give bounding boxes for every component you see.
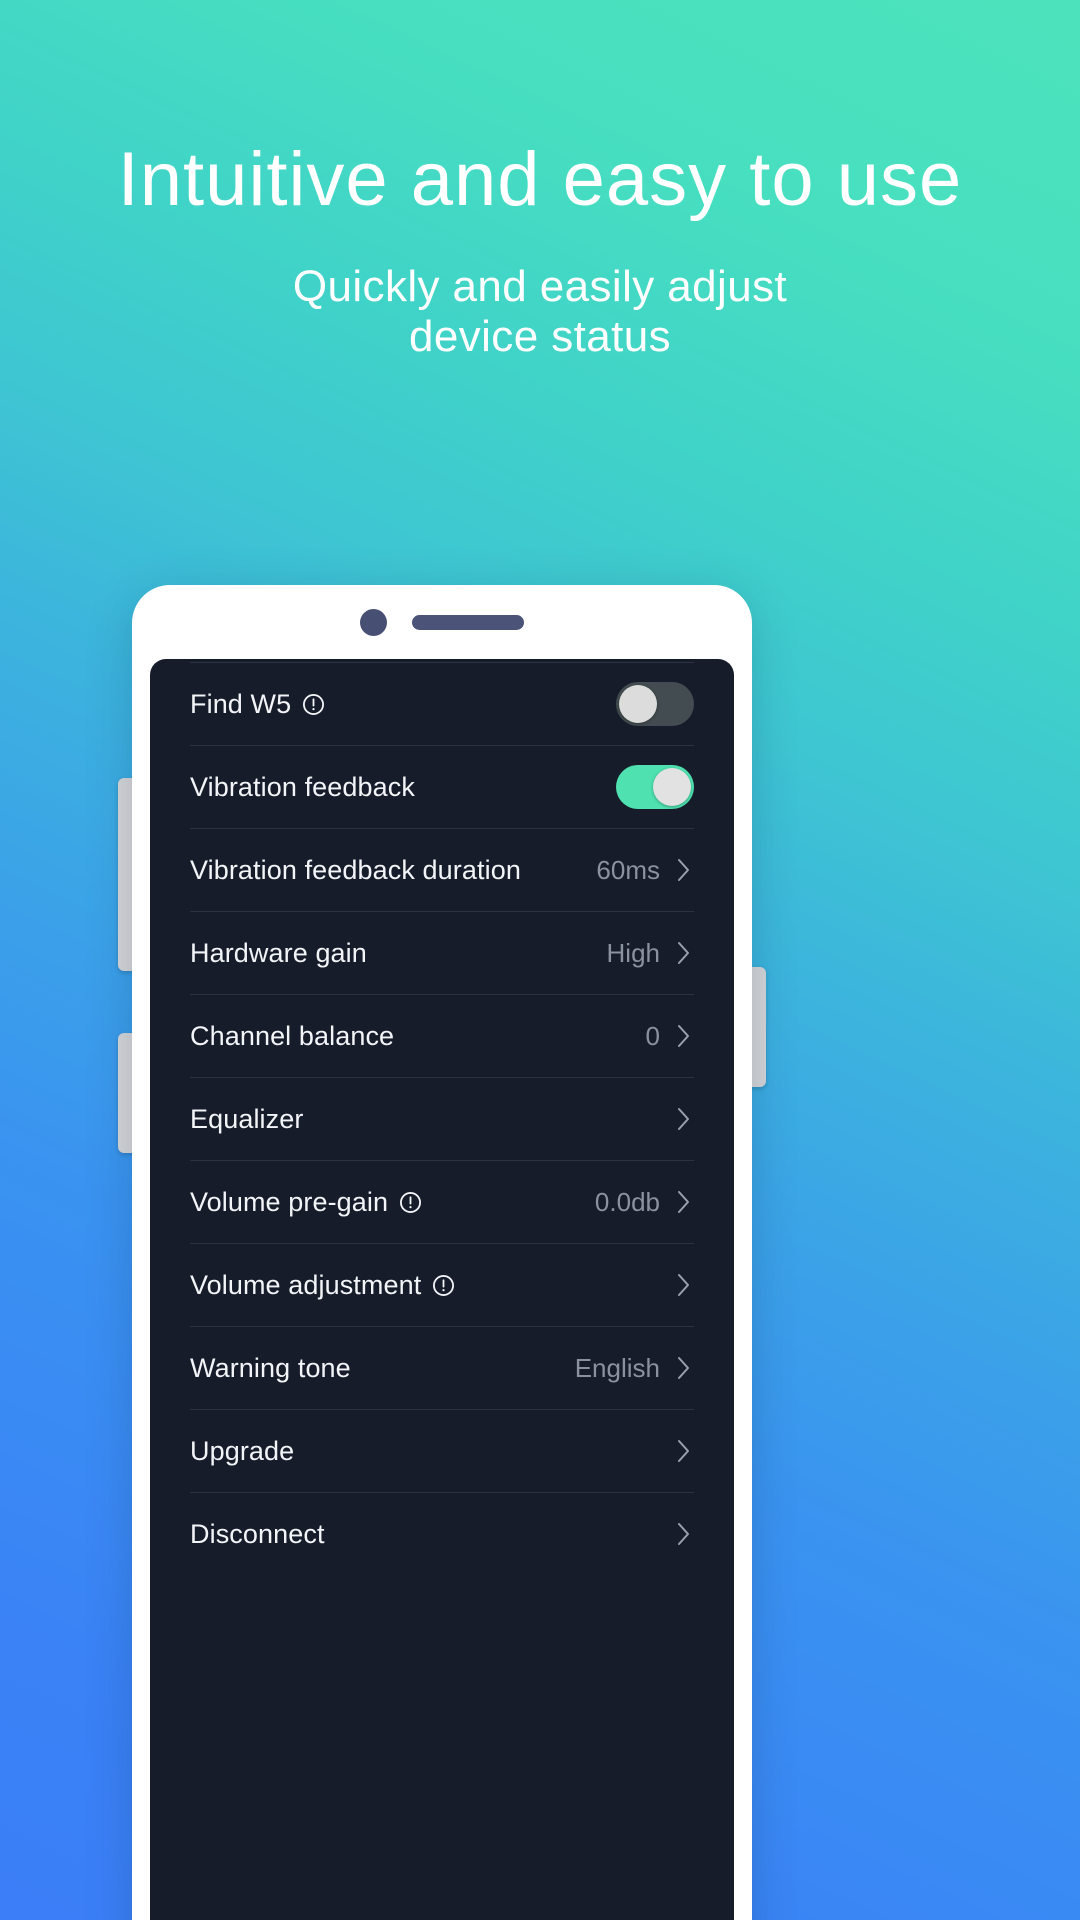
settings-row-control-group: High [607,938,694,969]
chevron-right-icon[interactable] [674,1436,694,1466]
settings-row-value: English [574,1352,660,1383]
settings-row-label-group: Vibration feedback duration [190,855,521,886]
settings-row[interactable]: Upgrade [190,1409,694,1492]
settings-row-label-group: Channel balance [190,1021,394,1052]
settings-row-label: Vibration feedback [190,771,415,802]
settings-row-control-group: 0 [646,1021,694,1052]
settings-row-label: Hardware gain [190,937,367,968]
chevron-right-icon[interactable] [674,1021,694,1051]
settings-row-label: Upgrade [190,1435,295,1466]
settings-row-label-group: Find W5 [190,689,325,720]
settings-row-label: Channel balance [190,1020,395,1051]
settings-row[interactable]: Warning tone English [190,1326,694,1409]
chevron-right-icon[interactable] [674,1353,694,1383]
settings-row-label-group: Warning tone [190,1353,351,1384]
settings-row-label: Volume adjustment [190,1269,422,1300]
page-subtitle-line-2: device status [408,311,671,361]
settings-row-value: 0 [645,1020,660,1051]
settings-row[interactable]: Equalizer [190,1077,694,1160]
settings-row[interactable]: Volume adjustment [190,1243,694,1326]
settings-row[interactable]: Find W5 [190,662,694,745]
settings-row-label-group: Equalizer [190,1104,303,1135]
chevron-right-icon[interactable] [674,1519,694,1549]
settings-row-label-group: Vibration feedback [190,772,415,803]
chevron-right-icon[interactable] [674,1270,694,1300]
chevron-right-icon[interactable] [674,1104,694,1134]
settings-row-value: 60ms [596,854,660,885]
camera-dot-icon [360,608,387,636]
settings-row-control-group: 0.0db [595,1187,694,1218]
info-icon[interactable] [302,693,325,716]
settings-row[interactable]: Vibration feedback duration 60ms [190,828,694,911]
hero-text-block: Intuitive and easy to use Quickly and ea… [0,0,1080,362]
settings-row-label-group: Volume adjustment [190,1270,455,1301]
phone-body: Find W5 Vibration feedback Vibration feedb… [132,585,752,1920]
toggle-switch[interactable] [616,765,694,809]
settings-row-label: Equalizer [190,1103,304,1134]
settings-row-label: Find W5 [190,688,292,719]
settings-row[interactable]: Vibration feedback [190,745,694,828]
toggle-knob [619,685,657,723]
settings-row-label: Volume pre-gain [190,1186,389,1217]
promo-screenshot: Intuitive and easy to use Quickly and ea… [0,0,1080,1920]
toggle-knob [653,768,691,806]
settings-row[interactable]: Volume pre-gain 0.0db [190,1160,694,1243]
settings-row-value: 0.0db [594,1186,660,1217]
settings-row-label-group: Disconnect [190,1519,325,1550]
page-subtitle: Quickly and easily adjust device status [0,220,1080,362]
page-title: Intuitive and easy to use [117,137,963,222]
page-subtitle-line-1: Quickly and easily adjust [292,261,788,311]
settings-list: Find W5 Vibration feedback Vibration feedb… [190,659,694,1575]
settings-row[interactable]: Hardware gain High [190,911,694,994]
speaker-bar-icon [412,614,524,630]
settings-row-control-group [674,1270,694,1300]
phone-top-bar [132,585,752,659]
phone-mockup: Find W5 Vibration feedback Vibration feedb… [118,585,766,1920]
chevron-right-icon[interactable] [674,1187,694,1217]
chevron-right-icon[interactable] [674,855,694,885]
settings-row-control-group: 60ms [596,855,694,886]
settings-row-control-group [616,765,694,809]
power-button[interactable] [750,967,766,1087]
settings-row-label: Vibration feedback duration [190,854,521,885]
settings-row-label: Warning tone [190,1352,351,1383]
info-icon[interactable] [399,1191,422,1214]
settings-row-label: Disconnect [190,1518,325,1549]
settings-row-control-group: English [575,1353,694,1384]
device-settings-screen: Find W5 Vibration feedback Vibration feedb… [150,659,734,1920]
settings-row-label-group: Upgrade [190,1436,294,1467]
settings-row-value: High [606,937,660,968]
settings-row-control-group [616,682,694,726]
chevron-right-icon[interactable] [674,938,694,968]
info-icon[interactable] [432,1274,455,1297]
settings-row-label-group: Hardware gain [190,938,367,969]
settings-row-control-group [674,1104,694,1134]
settings-row-control-group [674,1519,694,1549]
toggle-switch[interactable] [616,682,694,726]
settings-row[interactable]: Disconnect [190,1492,694,1575]
settings-row-label-group: Volume pre-gain [190,1187,422,1218]
settings-row-control-group [674,1436,694,1466]
settings-row[interactable]: Channel balance 0 [190,994,694,1077]
